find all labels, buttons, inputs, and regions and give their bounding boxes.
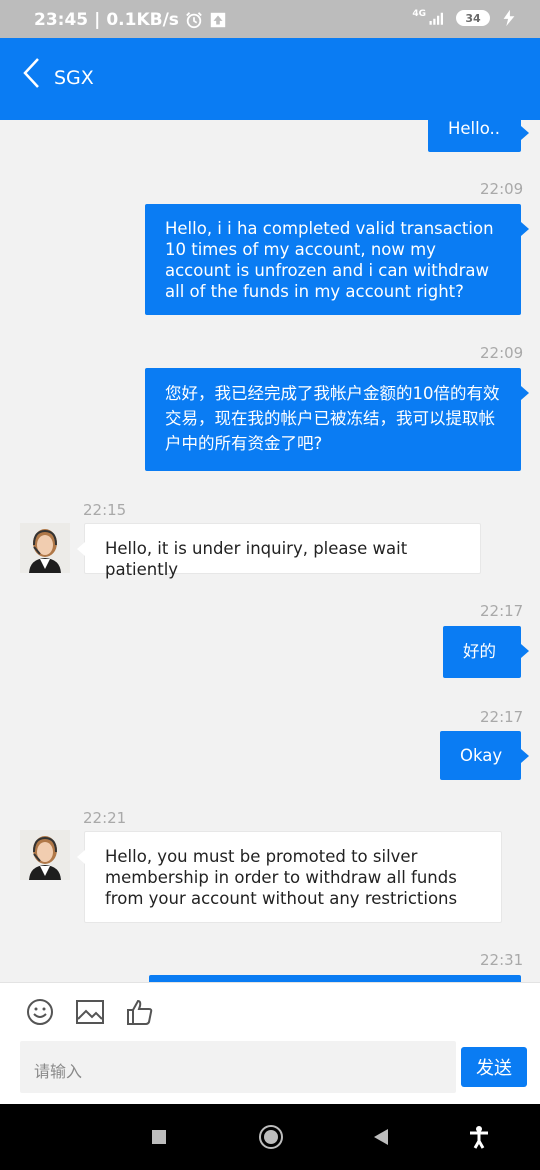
message-bubble-outgoing: 您好，我已经完成了我帐户金额的10倍的有效交易，现在我的帐户已被冻结，我可以提取…	[145, 368, 529, 471]
thumbs-up-icon[interactable]	[125, 997, 155, 1027]
message-text: Hello, you must be promoted to silver me…	[105, 847, 458, 908]
message-text: Hello, it is under inquiry, please wait …	[105, 539, 408, 579]
message-input-placeholder: 请输入	[34, 1062, 83, 1081]
status-right: 4G 34	[412, 9, 518, 27]
battery-icon: 34	[456, 10, 490, 26]
message-text: Hello..	[448, 120, 501, 138]
message-list[interactable]: Hello.. 22:09 Hello, i i ha completed va…	[0, 120, 540, 982]
message-text: Okay	[460, 746, 503, 765]
chat-title: SGX	[54, 67, 94, 89]
signal-icon	[429, 12, 443, 25]
message-bubble-outgoing: Okay	[440, 731, 529, 780]
message-timestamp: 22:31	[480, 951, 524, 969]
chat-header: SGX	[0, 38, 540, 120]
system-navigation-bar	[0, 1104, 540, 1170]
back-chevron-icon[interactable]	[20, 56, 44, 90]
battery-level: 34	[465, 11, 481, 25]
agent-avatar[interactable]	[20, 523, 70, 573]
agent-avatar-image	[20, 830, 70, 880]
composer-bar: 请输入 发送	[0, 982, 540, 1104]
message-bubble-outgoing: Hello, i i ha completed valid transactio…	[145, 204, 529, 315]
agent-avatar[interactable]	[20, 830, 70, 880]
message-text: 好的	[463, 642, 496, 661]
send-button[interactable]: 发送	[461, 1047, 527, 1087]
message-timestamp: 22:17	[480, 602, 524, 620]
accessibility-icon[interactable]	[466, 1124, 492, 1150]
message-bubble-incoming: Hello, it is under inquiry, please wait …	[77, 523, 481, 579]
message-bubble-incoming: Hello, you must be promoted to silver me…	[77, 831, 502, 923]
message-text: 您好，我已经完成了我帐户金额的10倍的有效交易，现在我的帐户已被冻结，我可以提取…	[165, 384, 500, 453]
message-timestamp: 22:17	[480, 708, 524, 726]
message-timestamp: 22:09	[480, 180, 524, 198]
status-left: 23:45 | 0.1KB/s	[34, 10, 227, 30]
image-icon[interactable]	[75, 997, 105, 1027]
charging-icon	[503, 9, 515, 27]
status-time: 23:45	[34, 10, 89, 30]
message-bubble-outgoing	[149, 975, 521, 982]
message-text: Hello, i i ha completed valid transactio…	[165, 219, 494, 301]
network-type: 4G	[412, 9, 426, 19]
message-timestamp: 22:15	[83, 501, 127, 519]
message-timestamp: 22:21	[83, 809, 127, 827]
message-bubble-outgoing: Hello..	[428, 120, 529, 152]
status-speed: 0.1KB/s	[106, 10, 179, 30]
recents-square-icon[interactable]	[146, 1124, 172, 1150]
message-bubble-outgoing: 好的	[443, 626, 529, 678]
upload-icon	[210, 12, 226, 28]
message-input[interactable]: 请输入	[20, 1041, 456, 1093]
alarm-icon	[186, 12, 202, 29]
message-timestamp: 22:09	[480, 344, 524, 362]
emoji-icon[interactable]	[25, 997, 55, 1027]
home-circle-icon[interactable]	[258, 1124, 284, 1150]
nav-back-triangle-icon[interactable]	[368, 1124, 394, 1150]
status-bar: 23:45 | 0.1KB/s 4G 34	[0, 0, 540, 38]
agent-avatar-image	[20, 523, 70, 573]
status-separator: |	[94, 10, 101, 30]
